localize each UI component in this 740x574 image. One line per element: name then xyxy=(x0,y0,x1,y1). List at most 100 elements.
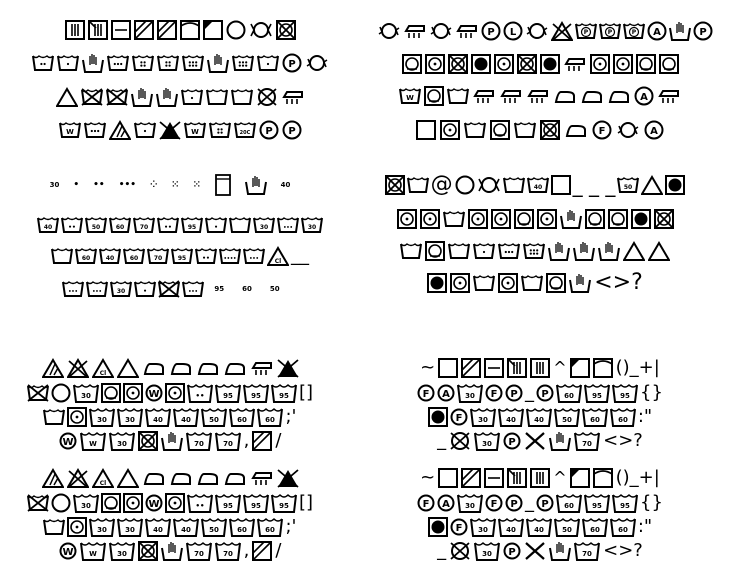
wash-temp-label: 30 xyxy=(465,392,475,400)
iron-icon xyxy=(143,363,164,375)
wash-4dot-icon xyxy=(131,55,154,71)
tumble-dry-gentle-icon xyxy=(100,383,121,403)
wash-temp-icon: 70 xyxy=(214,432,241,451)
wash-permanent-press-icon xyxy=(521,275,544,291)
wash-temp-label: 70 xyxy=(154,255,162,262)
wash-temp-label: 60 xyxy=(238,416,248,424)
dry-clean-letter-icon: P xyxy=(505,384,523,402)
wash-temp-icon: 40 xyxy=(525,408,552,427)
wash-temp-icon: 30 xyxy=(457,384,484,403)
chlorine-bleach-icon: Cl xyxy=(267,246,289,266)
iron-icon xyxy=(197,363,218,375)
hand-wash-icon xyxy=(669,22,691,41)
bleach-icon xyxy=(641,175,664,195)
hand-wash-icon xyxy=(160,542,183,561)
wash-temp-icon: 95 xyxy=(270,494,297,513)
no-steam-iron-icon xyxy=(527,90,548,103)
dry-clean-letter: F xyxy=(423,499,430,510)
wash-temp-icon: 40 xyxy=(173,518,200,537)
no-steam-iron-icon xyxy=(456,25,477,38)
bottom-right-b-row-1: ~ ^ ()_+| xyxy=(400,468,680,488)
symbols-text: ()_+| xyxy=(615,467,660,488)
no-dry-clean-icon xyxy=(450,542,470,560)
wash-temp-label: 40 xyxy=(533,184,541,191)
no-bleach-cross-icon xyxy=(66,358,89,378)
dry-clean-letter-icon: F xyxy=(485,494,503,512)
line-dry-icon xyxy=(592,358,613,378)
wash-temp-icon: 40 xyxy=(145,518,172,537)
wash-temp-label: • xyxy=(143,288,147,295)
wash-temp-icon: 40 xyxy=(145,408,172,427)
wash-temp-label: 60 xyxy=(618,416,628,424)
tumble-dry-low-icon xyxy=(498,273,519,293)
wash-temp-icon: 30 xyxy=(301,217,323,233)
wash-temp-icon: •• xyxy=(157,217,179,233)
no-tumble-dry-icon xyxy=(384,175,405,195)
wash-temp-icon: 60 xyxy=(581,408,608,427)
wash-temp-label: 30 xyxy=(98,526,108,534)
wash-temp-icon: • xyxy=(134,281,157,297)
wash-cold-icon xyxy=(473,243,495,259)
bottom-right-b-row-2: F A 30 F P _ P 60 95 95 {} xyxy=(400,492,680,514)
no-steam-iron-icon xyxy=(281,91,303,104)
dry-square-icon xyxy=(550,175,571,195)
drip-dry-icon xyxy=(530,358,551,378)
bottom-left-b-row-1: Cl xyxy=(20,468,320,488)
wash-4dot-icon xyxy=(208,122,231,138)
tumble-dry-low-icon xyxy=(419,209,440,229)
svg-text:A: A xyxy=(650,126,658,137)
wash-temp-icon: 60 xyxy=(556,384,583,403)
wash-temp-icon: 50 xyxy=(553,408,580,427)
wash-p-icon: P xyxy=(599,23,621,39)
svg-text:W: W xyxy=(191,128,199,136)
svg-text:P: P xyxy=(699,27,706,38)
wash-temp-icon: 70 xyxy=(185,542,212,561)
wash-tub-icon xyxy=(406,177,429,193)
wash-temp-label: 95 xyxy=(279,392,289,400)
wash-temp-icon: 50 xyxy=(85,217,107,233)
dry-clean-letter-icon: F xyxy=(417,384,435,402)
no-steam-iron-icon xyxy=(658,90,679,103)
temperature-dot-text: ⁘ xyxy=(149,179,158,190)
dry-clean-letter: F xyxy=(423,389,430,400)
wash-cold-icon xyxy=(180,89,203,105)
wash-temp-label: 30 xyxy=(117,550,127,558)
wash-temp-icon: 40 xyxy=(497,518,524,537)
dry-clean-letter: P xyxy=(508,547,515,558)
wash-wool-icon: W xyxy=(399,88,421,104)
mid-left-row-2: 40 •• 50 60 70 •• 95 • 30 ••• 30 xyxy=(30,216,330,234)
symbols-text: <>? xyxy=(603,430,643,451)
no-steam-iron-icon xyxy=(563,58,585,71)
bottom-right-a-row-3: F 30 40 40 50 60 60:" xyxy=(400,406,680,428)
shade-dry-icon xyxy=(252,431,273,451)
svg-text:P: P xyxy=(487,27,494,38)
wash-6dot-icon xyxy=(523,243,545,259)
dry-clean-letter-icon: A xyxy=(437,384,455,402)
hand-wash-icon xyxy=(549,542,572,561)
tumble-dry-gentle-icon xyxy=(490,120,510,140)
wash-temp-label: 50 xyxy=(210,526,220,534)
svg-text:W: W xyxy=(406,94,414,102)
mid-left-row-1: 30 • •• ••• ⁘ ⁙ ⁙ 40 xyxy=(50,174,290,196)
bottom-left-a-row-4: W W 30 70 70, / xyxy=(40,430,300,452)
shade-dry-icon xyxy=(252,541,273,561)
svg-text:Cl: Cl xyxy=(99,370,105,377)
no-bleach-cross-icon xyxy=(66,468,89,488)
wash-temp-label: 30 xyxy=(126,416,136,424)
wash-temp-label: 30 xyxy=(81,392,91,400)
dry-clean-letter: P xyxy=(541,499,548,510)
underscore-text: __ xyxy=(291,245,309,266)
wash-temp-label: ••• xyxy=(93,289,103,295)
wash-temp-label: •• xyxy=(202,255,210,262)
tumble-dry-low-icon xyxy=(612,54,633,74)
wool-circle-icon: W xyxy=(59,432,77,450)
wash-temp-label: 50 xyxy=(624,184,632,191)
svg-text:Cl: Cl xyxy=(99,480,105,487)
tilde-text: ~ xyxy=(420,467,436,488)
top-right-row-1: PL P P PAP xyxy=(370,20,720,42)
dry-clean-letter-icon: F xyxy=(450,408,468,426)
wash-temp-label: 60 xyxy=(116,224,124,231)
dry-clean-a-icon: A xyxy=(634,86,654,106)
iron-icon xyxy=(224,363,245,375)
svg-text:W: W xyxy=(66,128,74,136)
